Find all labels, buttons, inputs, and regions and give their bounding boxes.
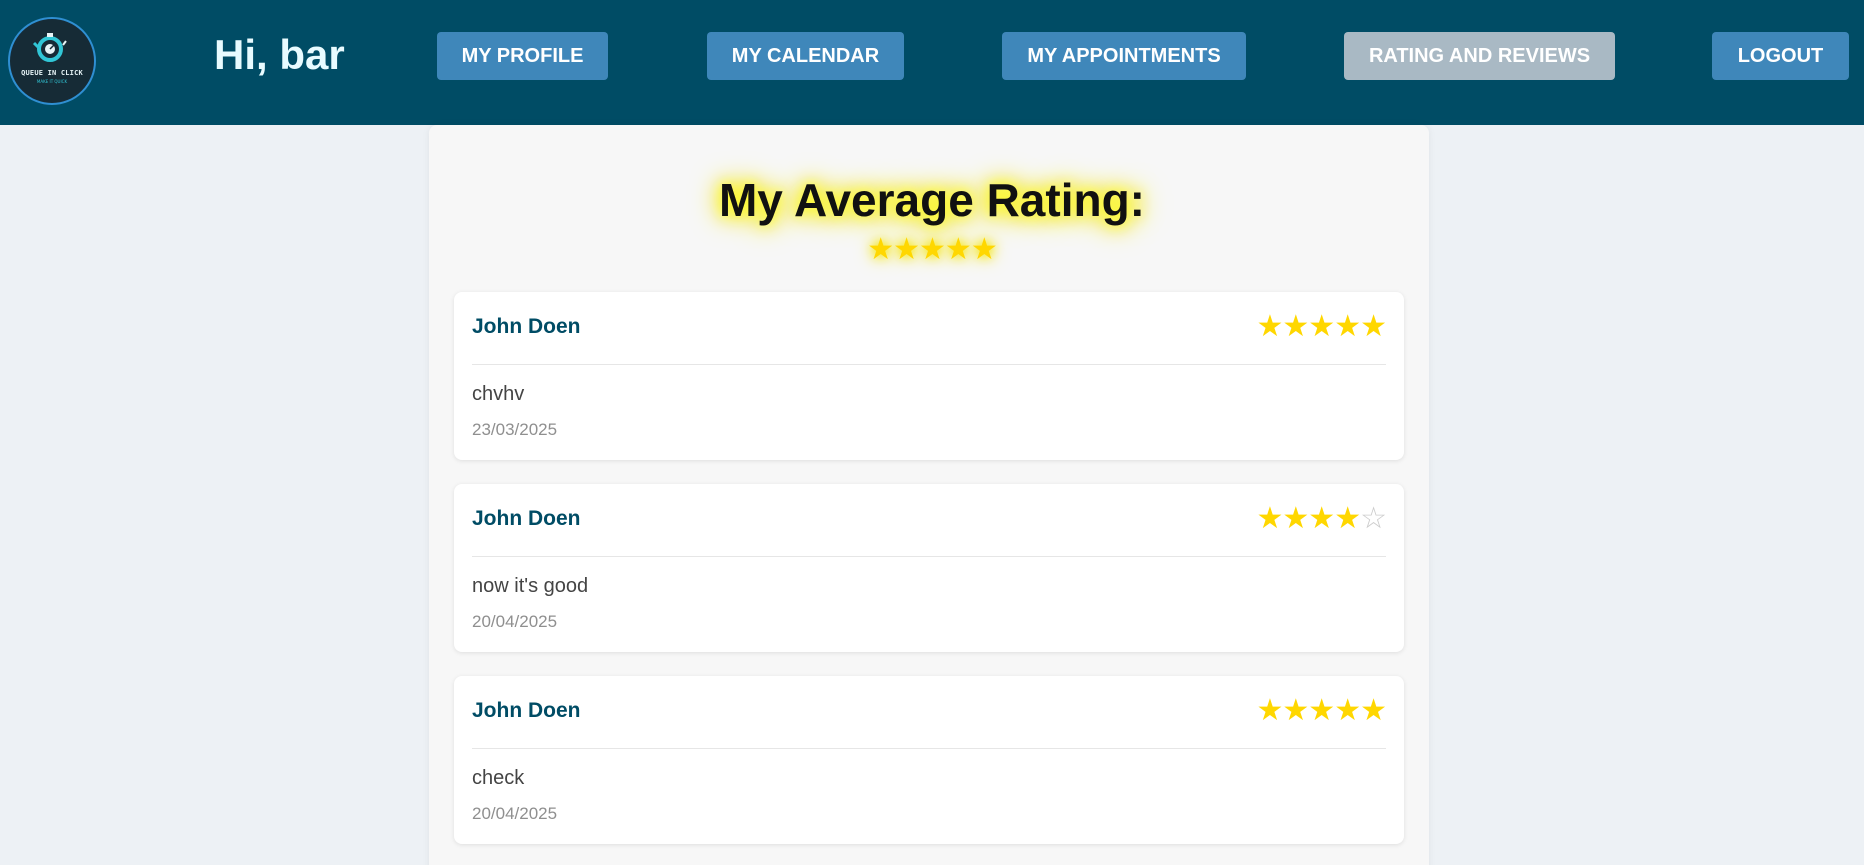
filled-stars: ★★★★★ [1256,694,1387,727]
reviewer-name: John Doen [472,315,581,338]
review-card: John Doen ★★★★☆ now it's good 20/04/2025 [454,484,1404,652]
logo-subtitle: MAKE IT QUICK [36,79,68,84]
logout-button[interactable]: LOGOUT [1712,32,1849,80]
my-appointments-button[interactable]: MY APPOINTMENTS [1002,32,1246,80]
average-rating-title: My Average Rating: [718,174,1146,226]
review-divider [472,364,1386,365]
review-date: 20/04/2025 [472,612,558,631]
filled-stars: ★★★★★ [1256,310,1387,343]
reviewer-name: John Doen [472,507,581,530]
review-date: 20/04/2025 [472,804,558,823]
reviewer-name: John Doen [472,699,581,722]
review-date: 23/03/2025 [472,420,558,439]
review-comment: now it's good [472,575,589,597]
logo-title: QUEUE IN CLICK [21,69,83,77]
empty-stars: ☆ [1360,502,1387,535]
review-divider [472,748,1386,749]
filled-stars: ★★★★ [1256,502,1362,535]
review-card: John Doen ★★★★★ chvhv 23/03/2025 [454,292,1404,460]
rating-and-reviews-button[interactable]: RATING AND REVIEWS [1344,32,1615,80]
top-header: QUEUE IN CLICK MAKE IT QUICK Hi, bar MY … [0,0,1864,125]
average-rating-stars: ★★★★★ [867,233,997,266]
review-stars: ★★★★★ [1256,310,1387,344]
review-divider [472,556,1386,557]
my-calendar-button[interactable]: MY CALENDAR [707,32,904,80]
review-comment: check [472,767,525,789]
app-logo[interactable]: QUEUE IN CLICK MAKE IT QUICK [8,17,96,105]
review-comment: chvhv [472,383,525,405]
greeting-title: Hi, bar [214,31,345,78]
review-stars: ★★★★★ [1256,694,1387,728]
review-stars: ★★★★☆ [1256,502,1387,536]
review-card: John Doen ★★★★★ check 20/04/2025 [454,676,1404,844]
my-profile-button[interactable]: MY PROFILE [437,32,608,80]
stopwatch-icon [32,33,67,62]
